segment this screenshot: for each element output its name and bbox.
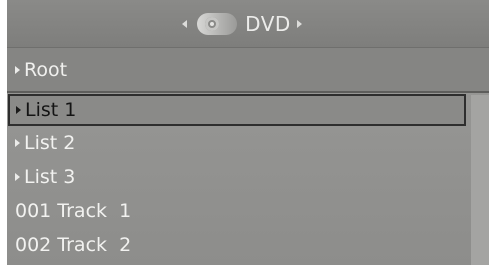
chevron-right-icon[interactable] bbox=[296, 19, 302, 28]
list-item-label: List 1 bbox=[25, 99, 77, 121]
dvd-browser-screen: DVD Root List 1 List 2 List 3 001 Track … bbox=[7, 0, 489, 265]
list-item-label: 001 Track 1 bbox=[15, 200, 132, 222]
list-item-track[interactable]: 001 Track 1 bbox=[7, 194, 489, 228]
list-item-folder[interactable]: List 2 bbox=[7, 126, 489, 160]
list-item-folder[interactable]: List 1 bbox=[8, 94, 466, 126]
chevron-left-icon[interactable] bbox=[182, 19, 188, 28]
chevron-right-icon bbox=[15, 139, 20, 147]
list-item-label: List 3 bbox=[24, 166, 76, 188]
chevron-right-icon bbox=[15, 173, 20, 181]
list-item-label: 002 Track 2 bbox=[15, 234, 132, 256]
chevron-right-icon bbox=[15, 65, 20, 74]
chevron-right-icon bbox=[16, 106, 21, 114]
list-item-label: List 2 bbox=[24, 132, 76, 154]
page-title: DVD bbox=[245, 11, 291, 36]
disc-icon bbox=[197, 12, 238, 35]
item-list: List 1 List 2 List 3 001 Track 1 002 Tra… bbox=[7, 93, 489, 262]
breadcrumb-label: Root bbox=[24, 58, 68, 81]
list-item-track[interactable]: 002 Track 2 bbox=[7, 228, 489, 262]
breadcrumb-root[interactable]: Root bbox=[7, 48, 489, 93]
list-item-folder[interactable]: List 3 bbox=[7, 160, 489, 194]
header: DVD bbox=[7, 0, 489, 48]
source-selector[interactable]: DVD bbox=[182, 12, 302, 36]
